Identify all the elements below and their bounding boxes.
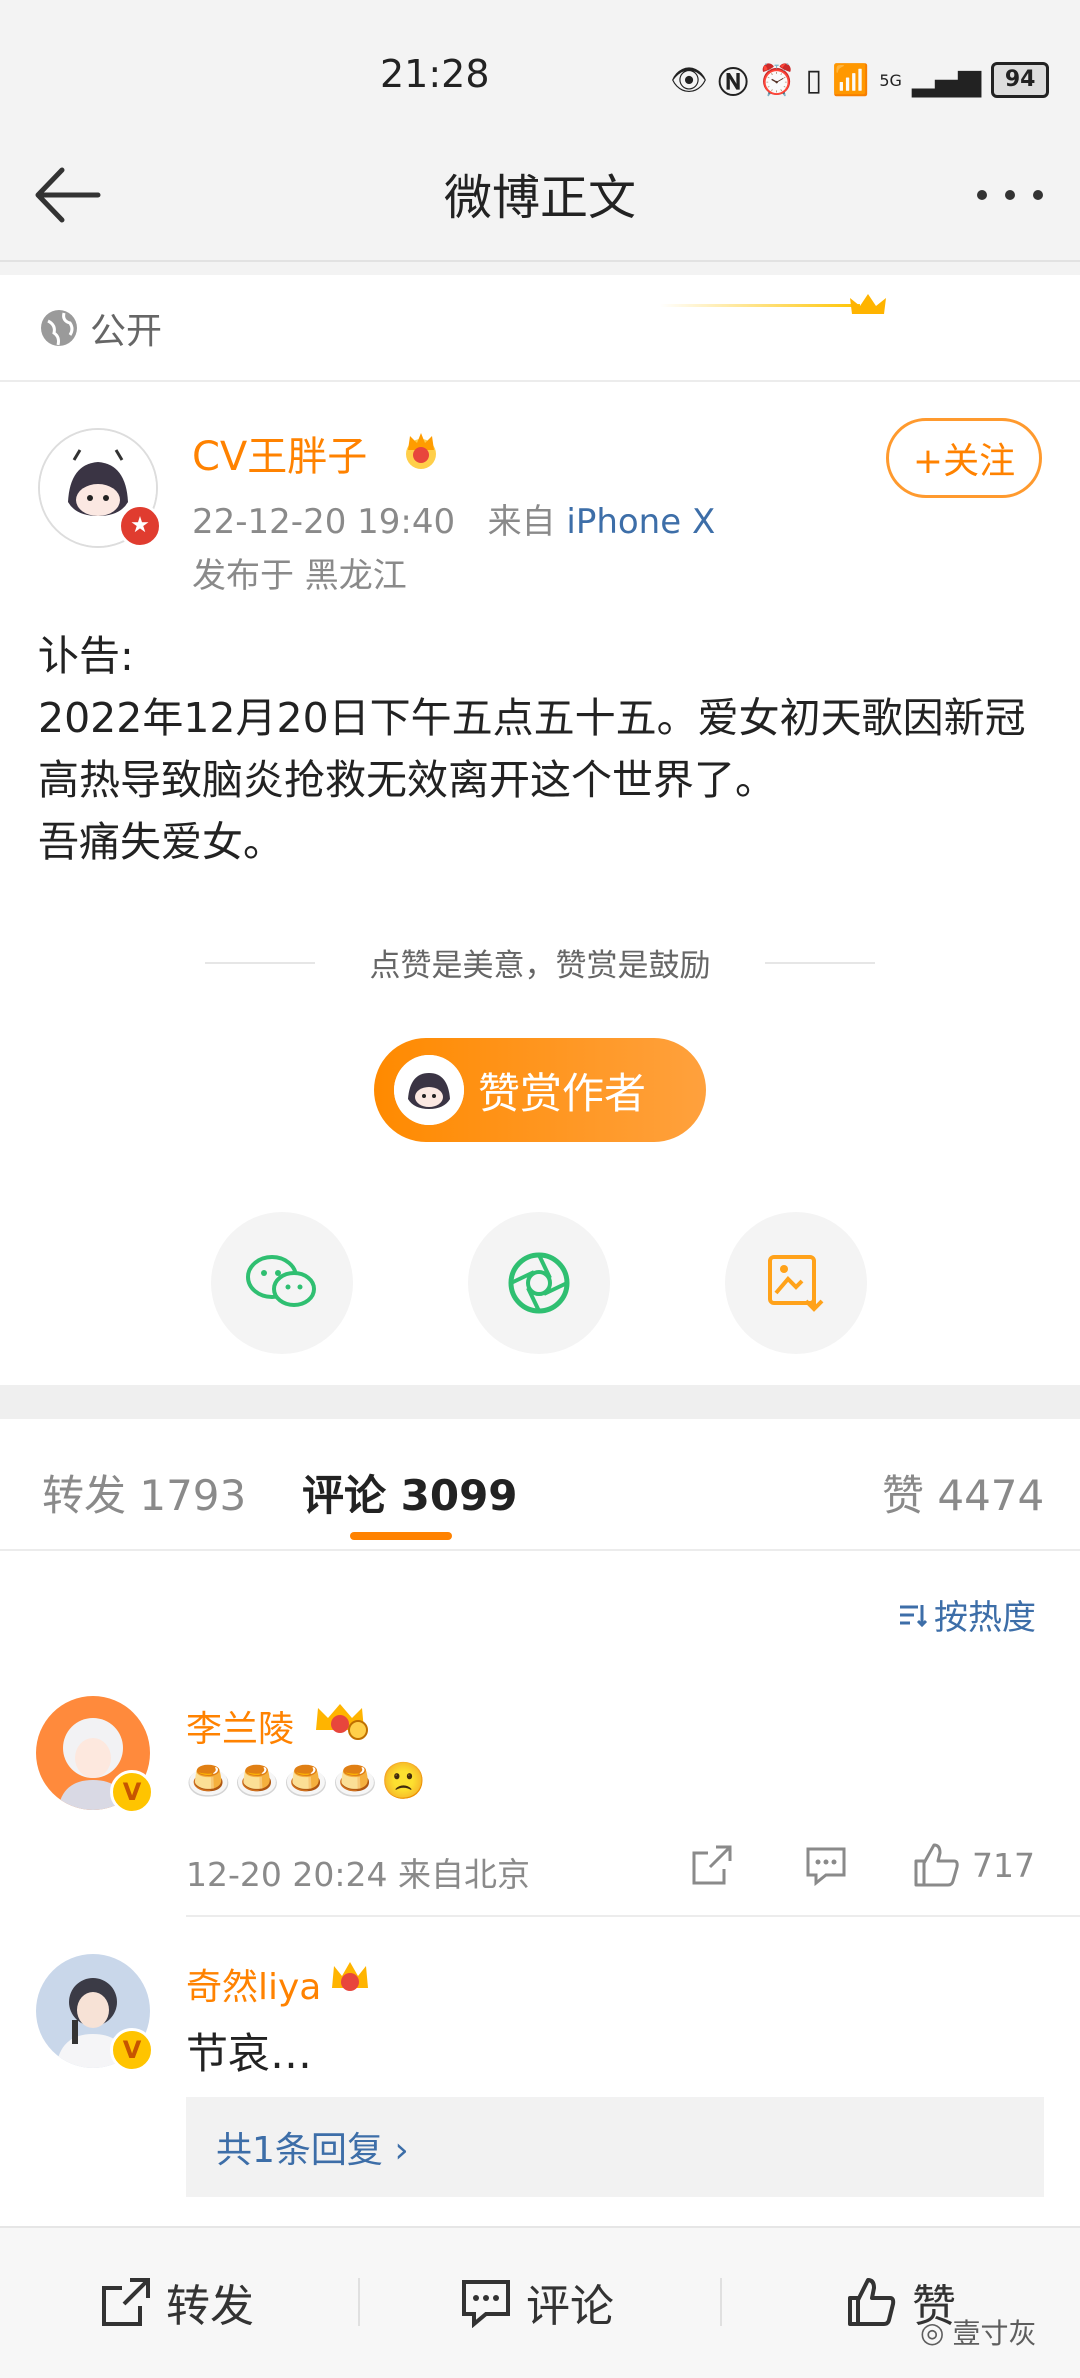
post-body: 讣告: 2022年12月20日下午五点五十五。爱女初天歌因新冠高热导致脑炎抢救无… [38,632,1026,866]
device-link[interactable]: iPhone X [566,502,715,542]
post-meta: 22-12-20 19:40 来自 iPhone X [192,494,715,543]
comment-like-button[interactable]: 717 [912,1840,1035,1890]
comment-icon [462,2280,510,2328]
vip-crown-icon[interactable] [398,428,444,474]
eye-icon: 👁 [670,62,709,98]
wifi-icon: 📶 [831,62,870,98]
section-gap [0,1385,1080,1419]
sort-icon [900,1604,928,1627]
verified-badge-icon: V [110,1770,154,1814]
author-name[interactable]: CV王胖子 [192,424,367,482]
status-icons: 👁 Ⓝ ⏰ ▯ 📶 5G ▂▄▆ 94 [670,58,1050,102]
comment-button[interactable]: 评论 [460,2270,614,2334]
divider [765,962,875,964]
crown-decoration [620,290,1000,320]
network-label: 5G [879,70,902,90]
commenter-name[interactable]: 奇然liya [186,1958,321,2010]
tab-comment[interactable]: 评论 3099 [302,1462,518,1523]
wechat-icon [246,1255,316,1307]
sort-label: 按热度 [934,1598,1036,1638]
battery-icon: 94 [991,62,1050,98]
repost-icon [102,2278,150,2326]
verified-badge-icon: V [110,2028,154,2072]
comment-text: 节哀… [186,2029,313,2078]
divider [186,1915,1080,1917]
tab-indicator [350,1532,452,1540]
sort-button[interactable]: 按热度 [896,1590,1036,1639]
divider [720,2278,722,2326]
signal-icon: ▂▄▆ [911,62,982,98]
share-wechat-button[interactable] [211,1212,353,1354]
post-time: 22-12-20 19:40 [192,502,456,542]
reward-slogan: 点赞是美意，赞赏是鼓励 [369,948,711,984]
status-time: 21:28 [380,52,490,96]
comment-share-button[interactable] [690,1840,734,1890]
reward-avatar [394,1055,464,1125]
comment-text: 🍮🍮🍮🍮🙁 [186,1761,431,1802]
comment-icon [806,1847,846,1887]
vibrate-icon: ▯ [805,62,822,98]
wechat-icon: ◎ [920,2315,945,2349]
repost-label: 转发 [166,2281,254,2332]
visibility-label: 公开 [38,302,162,354]
share-moments-button[interactable] [468,1212,610,1354]
comment-label: 评论 [526,2281,614,2332]
more-icon[interactable] [970,160,1060,230]
source-prefix: 来自 [487,502,556,542]
reward-label: 赞赏作者 [478,1068,647,1118]
verified-badge-icon: ★ [118,504,162,548]
divider [358,2278,360,2326]
repost-button[interactable]: 转发 [100,2270,254,2334]
tab-like[interactable]: 赞 4474 [882,1462,1044,1523]
vip-crown-icon[interactable] [312,1700,368,1742]
alarm-icon: ⏰ [758,62,796,98]
page-title: 微博正文 [443,170,636,226]
visibility-text: 公开 [90,311,163,352]
reward-author-button[interactable]: 赞赏作者 [374,1038,706,1142]
divider [0,380,1080,382]
nfc-icon: Ⓝ [718,66,749,101]
post-location: 发布于 黑龙江 [192,556,407,596]
watermark: ◎ 壹寸灰 [920,2312,1036,2352]
comment-meta: 12-20 20:24 来自北京 [186,1855,530,1894]
globe-icon [41,310,77,346]
back-arrow-icon[interactable] [26,160,116,230]
view-replies-link[interactable]: 共1条回复 › [186,2097,1044,2197]
save-image-button[interactable] [725,1212,867,1354]
comment-reply-button[interactable] [804,1840,848,1890]
commenter-name[interactable]: 李兰陵 [186,1700,294,1752]
like-count: 717 [972,1845,1035,1885]
thumbs-up-icon [848,2278,896,2326]
share-icon [692,1845,732,1885]
tab-repost[interactable]: 转发 1793 [42,1462,246,1523]
image-download-icon [768,1255,824,1312]
watermark-text: 壹寸灰 [952,2317,1037,2350]
moments-icon [508,1252,570,1314]
follow-button[interactable]: +关注 [886,418,1042,498]
thumbs-up-icon [914,1843,959,1887]
vip-crown-icon[interactable] [328,1958,370,2000]
